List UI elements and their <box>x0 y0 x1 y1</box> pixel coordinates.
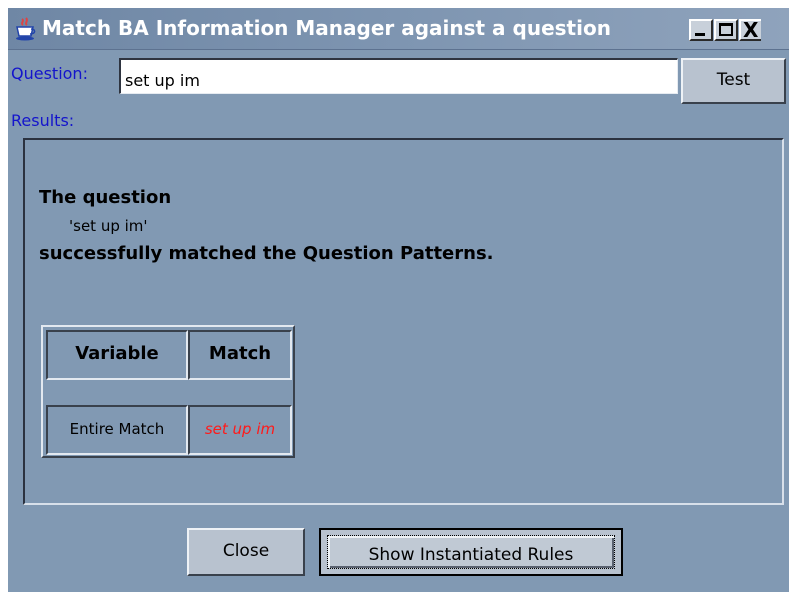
title-bar[interactable]: Match BA Information Manager against a q… <box>8 8 789 50</box>
close-window-button[interactable]: X <box>739 18 761 42</box>
window-title: Match BA Information Manager against a q… <box>42 16 611 40</box>
table-header-variable: Variable <box>46 330 188 380</box>
results-panel[interactable]: The question 'set up im' successfully ma… <box>23 138 784 505</box>
close-button[interactable]: Close <box>187 528 305 576</box>
maximize-button[interactable] <box>714 19 738 41</box>
close-icon: X <box>743 18 759 42</box>
table-header-match: Match <box>188 330 292 380</box>
show-instantiated-rules-button[interactable]: Show Instantiated Rules <box>319 528 623 576</box>
minimize-button[interactable] <box>689 19 713 41</box>
results-heading: The question <box>39 187 172 208</box>
question-input[interactable] <box>119 58 678 94</box>
table-cell-variable: Entire Match <box>46 405 188 455</box>
rules-button-face: Show Instantiated Rules <box>327 535 615 569</box>
results-message: successfully matched the Question Patter… <box>39 243 494 264</box>
dialog-window: Match BA Information Manager against a q… <box>8 8 789 592</box>
results-quoted-question: 'set up im' <box>69 217 148 235</box>
maximize-icon <box>719 23 733 36</box>
question-label: Question: <box>11 64 88 83</box>
match-table: Variable Match Entire Match set up im <box>41 325 295 458</box>
java-coffee-cup-icon <box>16 17 36 41</box>
results-label: Results: <box>11 111 75 130</box>
minimize-icon <box>695 33 705 36</box>
table-cell-match: set up im <box>188 405 292 455</box>
test-button[interactable]: Test <box>681 58 786 104</box>
